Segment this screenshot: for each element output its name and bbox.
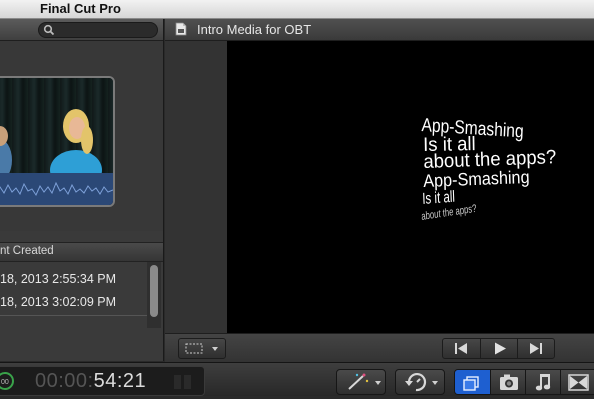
overlay-text-line: App-Smashing bbox=[423, 166, 530, 191]
list-item[interactable]: 18, 2013 3:02:09 PM bbox=[0, 291, 147, 313]
viewer-title-bar: Intro Media for OBT bbox=[165, 19, 594, 41]
browser-icon bbox=[463, 376, 479, 391]
list-column-header[interactable]: nt Created bbox=[0, 242, 163, 262]
viewer-margin bbox=[165, 41, 227, 333]
transitions-browser-button[interactable] bbox=[560, 370, 594, 394]
viewer-canvas[interactable]: App-Smashing Is it all about the apps? A… bbox=[227, 41, 594, 333]
search-icon bbox=[43, 24, 55, 36]
camera-icon bbox=[500, 374, 518, 390]
scrollbar-thumb[interactable] bbox=[150, 265, 158, 317]
clip-filmstrip-area bbox=[0, 41, 163, 231]
retime-button[interactable] bbox=[395, 369, 445, 395]
column-header-content-created[interactable]: nt Created bbox=[0, 245, 54, 257]
list-divider bbox=[0, 315, 147, 316]
retime-icon bbox=[405, 373, 438, 392]
music-note-icon bbox=[535, 374, 551, 391]
timecode-value: 54:21 bbox=[93, 370, 147, 392]
browser-toggle-button[interactable] bbox=[455, 370, 490, 394]
next-frame-icon bbox=[530, 343, 542, 354]
level-meter-icon[interactable] bbox=[172, 373, 196, 391]
waveform-graphic bbox=[0, 181, 113, 197]
transport-controls bbox=[442, 338, 555, 359]
view-options-icon bbox=[185, 343, 218, 354]
play-button[interactable] bbox=[480, 339, 518, 358]
viewer-controls bbox=[165, 333, 594, 362]
play-icon bbox=[495, 342, 506, 355]
app-menu-title[interactable]: Final Cut Pro bbox=[40, 1, 121, 16]
search-field[interactable] bbox=[38, 22, 158, 38]
previous-frame-icon bbox=[455, 343, 467, 354]
timecode-display[interactable]: 00:00:54:21 bbox=[35, 370, 146, 393]
browser-toolbar bbox=[0, 19, 163, 41]
viewer-title: Intro Media for OBT bbox=[197, 22, 312, 37]
audio-waveform bbox=[0, 173, 113, 205]
clip-thumbnail[interactable] bbox=[0, 76, 115, 207]
dashboard: 00 00:00:54:21 bbox=[0, 366, 205, 396]
document-icon bbox=[175, 22, 187, 36]
transitions-icon bbox=[568, 374, 589, 391]
media-browsers-group bbox=[454, 369, 594, 395]
previous-frame-button[interactable] bbox=[443, 339, 480, 358]
enhancements-button[interactable] bbox=[336, 369, 386, 395]
event-browser: nt Created 18, 2013 2:55:34 PM 18, 2013 … bbox=[0, 19, 164, 361]
menu-bar: Final Cut Pro bbox=[0, 0, 594, 19]
photo-browser-button[interactable] bbox=[490, 370, 526, 394]
background-tasks-icon[interactable]: 00 bbox=[0, 371, 17, 391]
list-item[interactable]: 18, 2013 2:55:34 PM bbox=[0, 268, 147, 290]
timecode-leading: 00:00: bbox=[35, 370, 94, 392]
vertical-scrollbar[interactable] bbox=[147, 262, 161, 328]
bottom-toolbar: 00 00:00:54:21 bbox=[0, 362, 594, 396]
next-frame-button[interactable] bbox=[517, 339, 555, 358]
view-options-button[interactable] bbox=[178, 338, 226, 359]
svg-text:00: 00 bbox=[1, 379, 9, 386]
thumbnail-people bbox=[0, 109, 102, 173]
magic-wand-icon bbox=[348, 373, 381, 390]
music-browser-button[interactable] bbox=[525, 370, 561, 394]
